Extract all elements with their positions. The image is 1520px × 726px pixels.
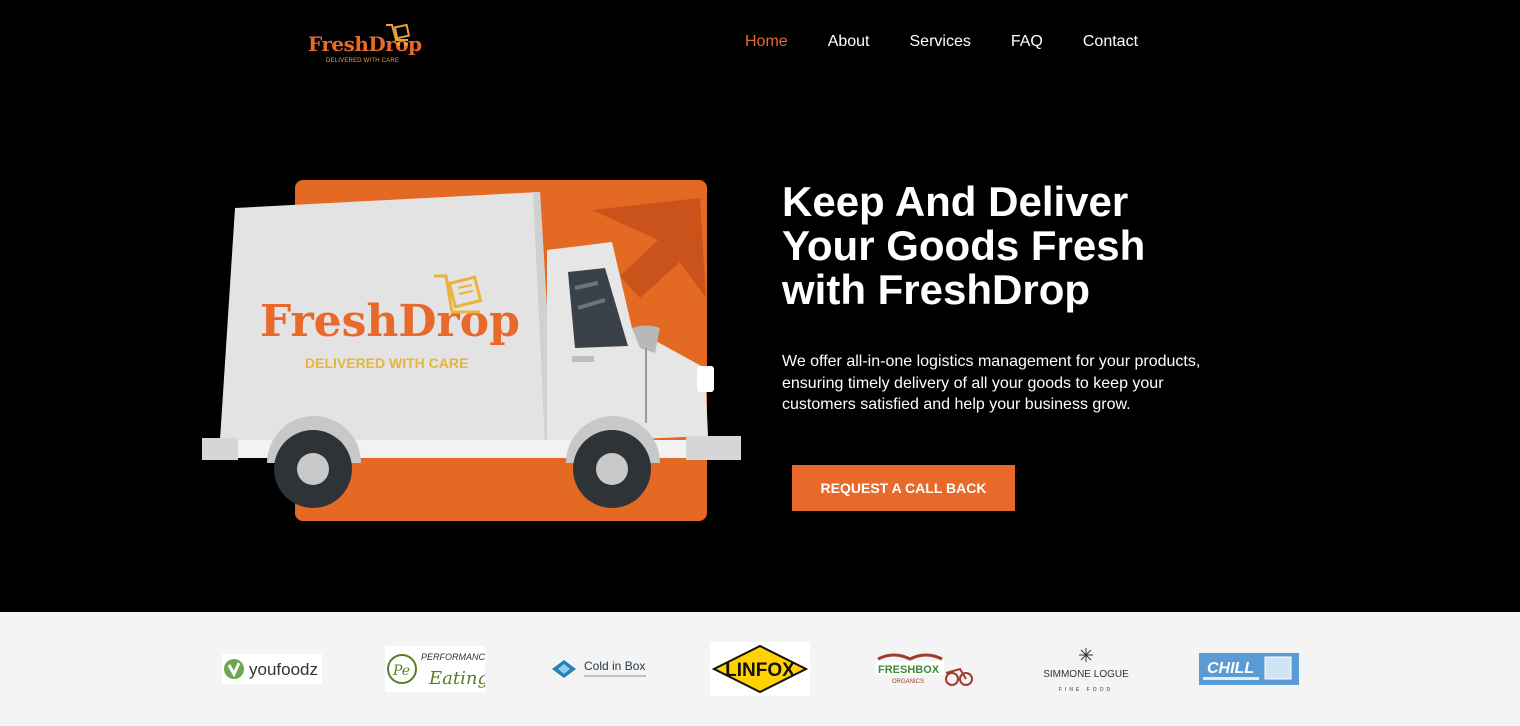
cold-in-box-name: Cold in Box <box>584 659 645 673</box>
hero-title-line-1: Keep And Deliver <box>782 178 1129 225</box>
hero-text-line-1: We offer all-in-one logistics management… <box>782 353 1201 370</box>
nav-faq[interactable]: FAQ <box>1011 33 1043 51</box>
brand-logo[interactable]: FreshDrop DELIVERED WITH CARE <box>306 22 422 70</box>
chill-name: CHILL <box>1207 660 1254 677</box>
freshbox-sub: ORGANICS <box>892 679 924 685</box>
youfoodz-logo: youfoodz <box>222 642 322 696</box>
partner-logos-strip: youfoodz Pe PERFORMANCE Eating Cold in B… <box>0 612 1520 726</box>
hero-title: Keep And Deliver Your Goods Fresh with F… <box>782 180 1202 312</box>
hero-text-line-2: ensuring timely delivery of all your goo… <box>782 374 1164 392</box>
nav-contact[interactable]: Contact <box>1083 33 1138 51</box>
svg-text:Pe: Pe <box>392 663 410 679</box>
linfox-name: LINFOX <box>725 660 795 681</box>
hero-description: We offer all-in-one logistics management… <box>782 351 1222 416</box>
nav-about[interactable]: About <box>828 33 870 51</box>
nav-home[interactable]: Home <box>745 33 788 51</box>
truck-brand-name: FreshDrop <box>260 296 520 347</box>
brand-tagline: DELIVERED WITH CARE <box>326 58 400 64</box>
youfoodz-name: youfoodz <box>249 660 318 679</box>
freshbox-organics-logo: FRESHBOX ORGANICS <box>874 642 974 696</box>
simmone-logue-name: SIMMONE LOGUE <box>1043 669 1129 680</box>
truck-brand-tagline: DELIVERED WITH CARE <box>305 355 468 371</box>
hero-text-line-3: customers satisfied and help your busine… <box>782 396 1131 413</box>
main-nav: Home About Services FAQ Contact <box>745 33 1138 51</box>
performance-eating-logo: Pe PERFORMANCE Eating <box>385 642 485 696</box>
delivery-truck-illustration: FreshDrop DELIVERED WITH CARE <box>202 180 741 521</box>
cold-in-box-logo: Cold in Box <box>548 642 648 696</box>
linfox-logo: LINFOX <box>710 642 810 696</box>
performance-name: PERFORMANCE <box>421 652 485 662</box>
chill-logo: CHILL <box>1199 642 1299 696</box>
hero-title-line-3: with FreshDrop <box>782 266 1091 313</box>
freshbox-name: FRESHBOX <box>878 664 940 676</box>
request-call-back-button[interactable]: REQUEST A CALL BACK <box>792 465 1015 511</box>
cart-icon <box>386 23 411 46</box>
nav-services[interactable]: Services <box>910 33 971 51</box>
hero-title-line-2: Your Goods Fresh <box>782 222 1146 269</box>
simmone-logue-sub: FINE FOOD <box>1059 687 1113 693</box>
simmone-logue-logo: SIMMONE LOGUE FINE FOOD <box>1036 642 1136 696</box>
performance-sub: Eating <box>428 668 485 689</box>
